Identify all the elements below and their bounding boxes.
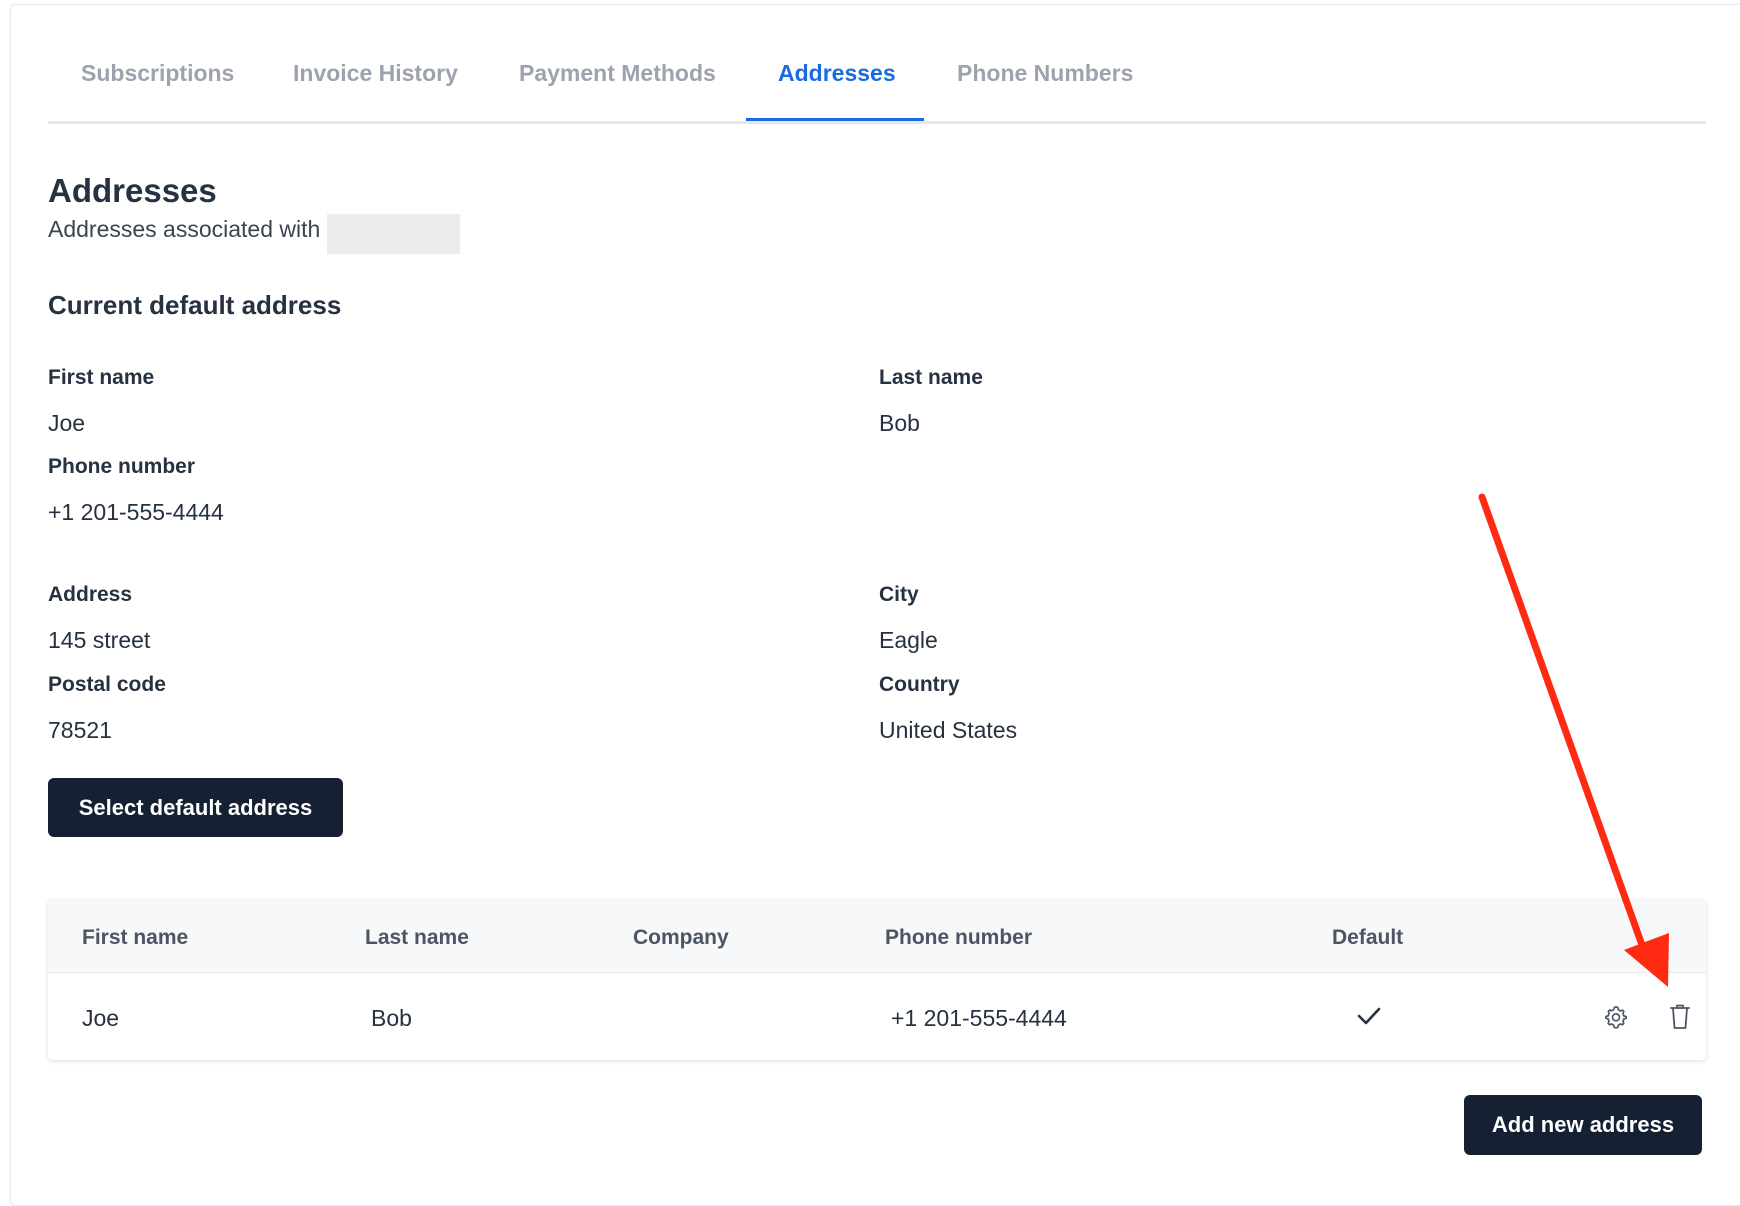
column-header-company: Company <box>633 926 729 949</box>
column-header-first-name: First name <box>82 926 189 949</box>
row-first-name: Joe <box>82 1005 120 1031</box>
address-value: 145 street <box>48 627 151 653</box>
add-new-address-button[interactable]: Add new address <box>1464 1095 1702 1155</box>
phone-label: Phone number <box>48 455 196 478</box>
row-phone-number: +1 201-555-4444 <box>891 1005 1067 1031</box>
address-label: Address <box>48 583 133 606</box>
page-title: Addresses <box>48 172 217 209</box>
table-header <box>48 900 1706 973</box>
column-header-default: Default <box>1332 926 1404 949</box>
city-value: Eagle <box>879 627 938 653</box>
column-header-last-name: Last name <box>365 926 469 949</box>
country-label: Country <box>879 673 960 696</box>
redacted-account-name <box>327 214 460 254</box>
tab-payment-methods[interactable]: Payment Methods <box>519 60 716 87</box>
checkmark-icon <box>1357 1007 1381 1025</box>
addresses-table: First name Last name Company Phone numbe… <box>48 900 1706 1060</box>
default-address-heading: Current default address <box>48 290 342 320</box>
postal-code-label: Postal code <box>48 673 166 696</box>
tab-invoice-history[interactable]: Invoice History <box>293 60 458 87</box>
first-name-value: Joe <box>48 410 86 436</box>
column-header-phone-number: Phone number <box>885 926 1033 949</box>
last-name-label: Last name <box>879 366 983 389</box>
tab-addresses[interactable]: Addresses <box>778 60 896 87</box>
gear-icon[interactable] <box>1603 1004 1629 1030</box>
trash-icon[interactable] <box>1668 1003 1692 1031</box>
city-label: City <box>879 583 919 606</box>
postal-code-value: 78521 <box>48 717 112 743</box>
last-name-value: Bob <box>879 410 920 436</box>
first-name-label: First name <box>48 366 155 389</box>
active-tab-indicator <box>746 118 924 121</box>
tab-phone-numbers[interactable]: Phone Numbers <box>957 60 1133 87</box>
tab-subscriptions[interactable]: Subscriptions <box>81 60 234 87</box>
select-default-address-button[interactable]: Select default address <box>48 778 343 837</box>
country-value: United States <box>879 717 1018 743</box>
page-subtitle: Addresses associated with <box>48 216 321 242</box>
phone-value: +1 201-555-4444 <box>48 499 224 525</box>
row-last-name: Bob <box>371 1005 412 1031</box>
